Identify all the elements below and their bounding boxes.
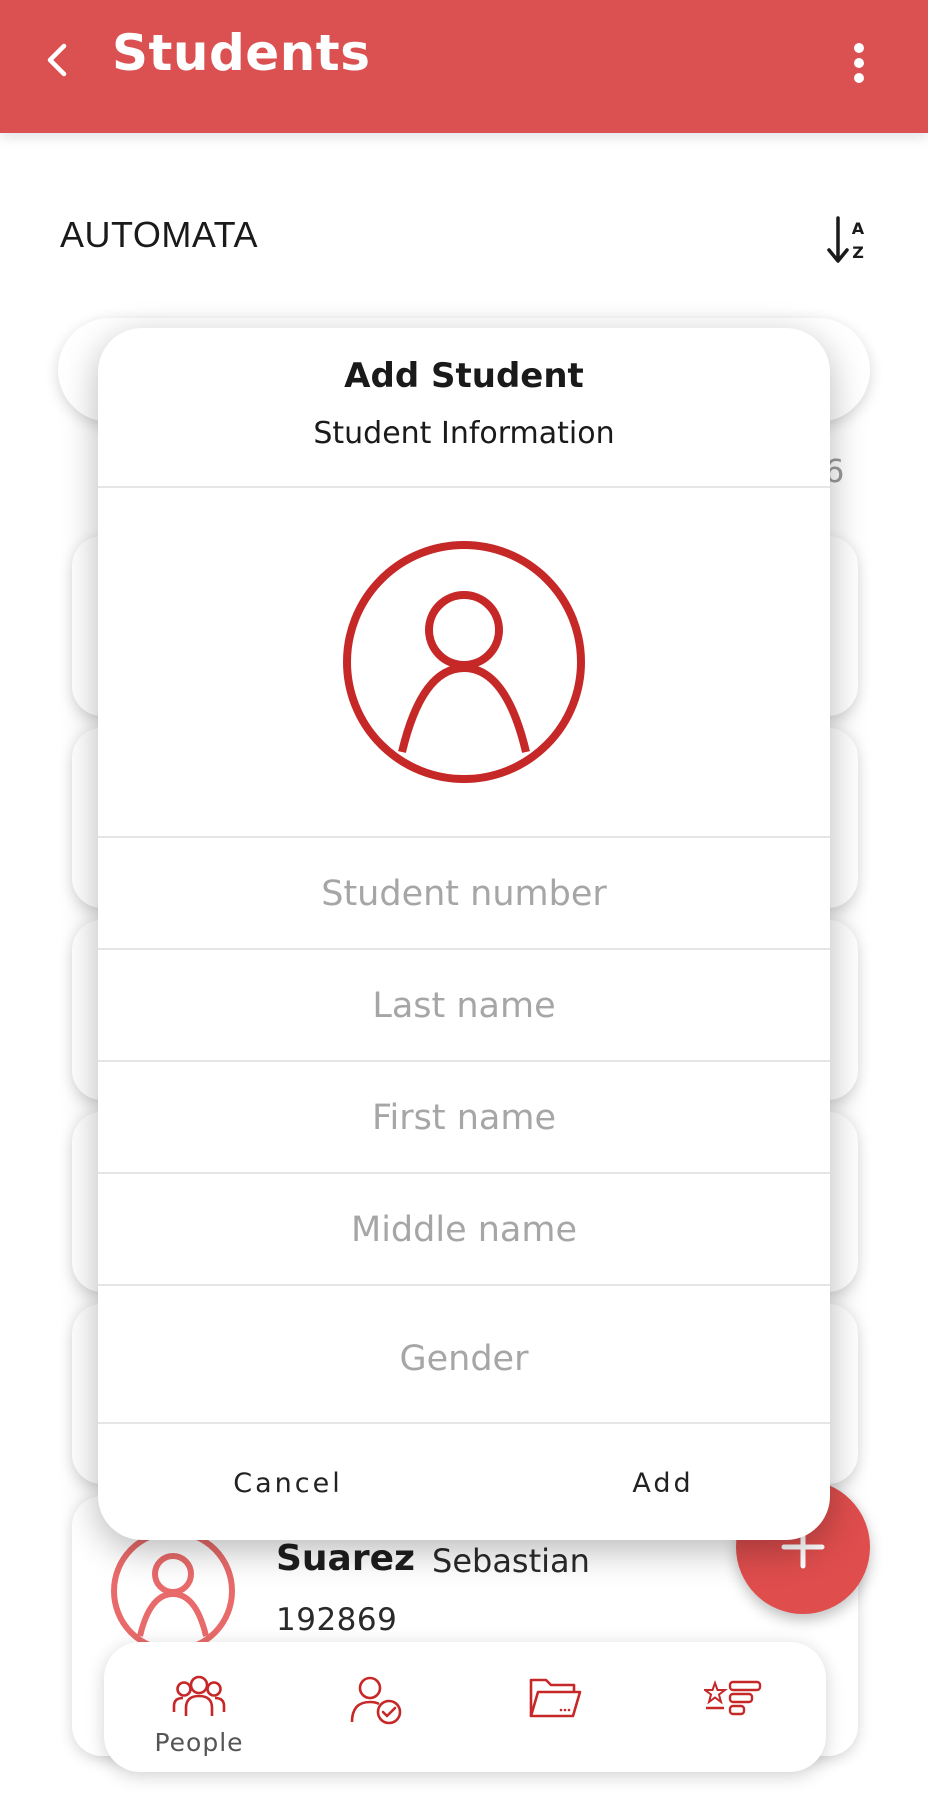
dialog-subtitle: Student Information [313, 416, 615, 451]
middle-name-field[interactable] [98, 1174, 830, 1286]
photo-picker[interactable] [342, 540, 586, 784]
divider [98, 1422, 830, 1424]
add-student-dialog: Add Student Student Information Cancel A… [98, 328, 830, 1540]
add-button[interactable]: Add [598, 1468, 728, 1528]
user-circle-icon [343, 541, 585, 783]
dialog-title: Add Student [344, 356, 584, 396]
divider [98, 486, 830, 488]
student-number-field[interactable] [98, 838, 830, 950]
first-name-field[interactable] [98, 1062, 830, 1174]
cancel-button[interactable]: Cancel [198, 1468, 378, 1528]
gender-field[interactable] [98, 1296, 830, 1422]
last-name-field[interactable] [98, 950, 830, 1062]
divider [98, 1284, 830, 1286]
